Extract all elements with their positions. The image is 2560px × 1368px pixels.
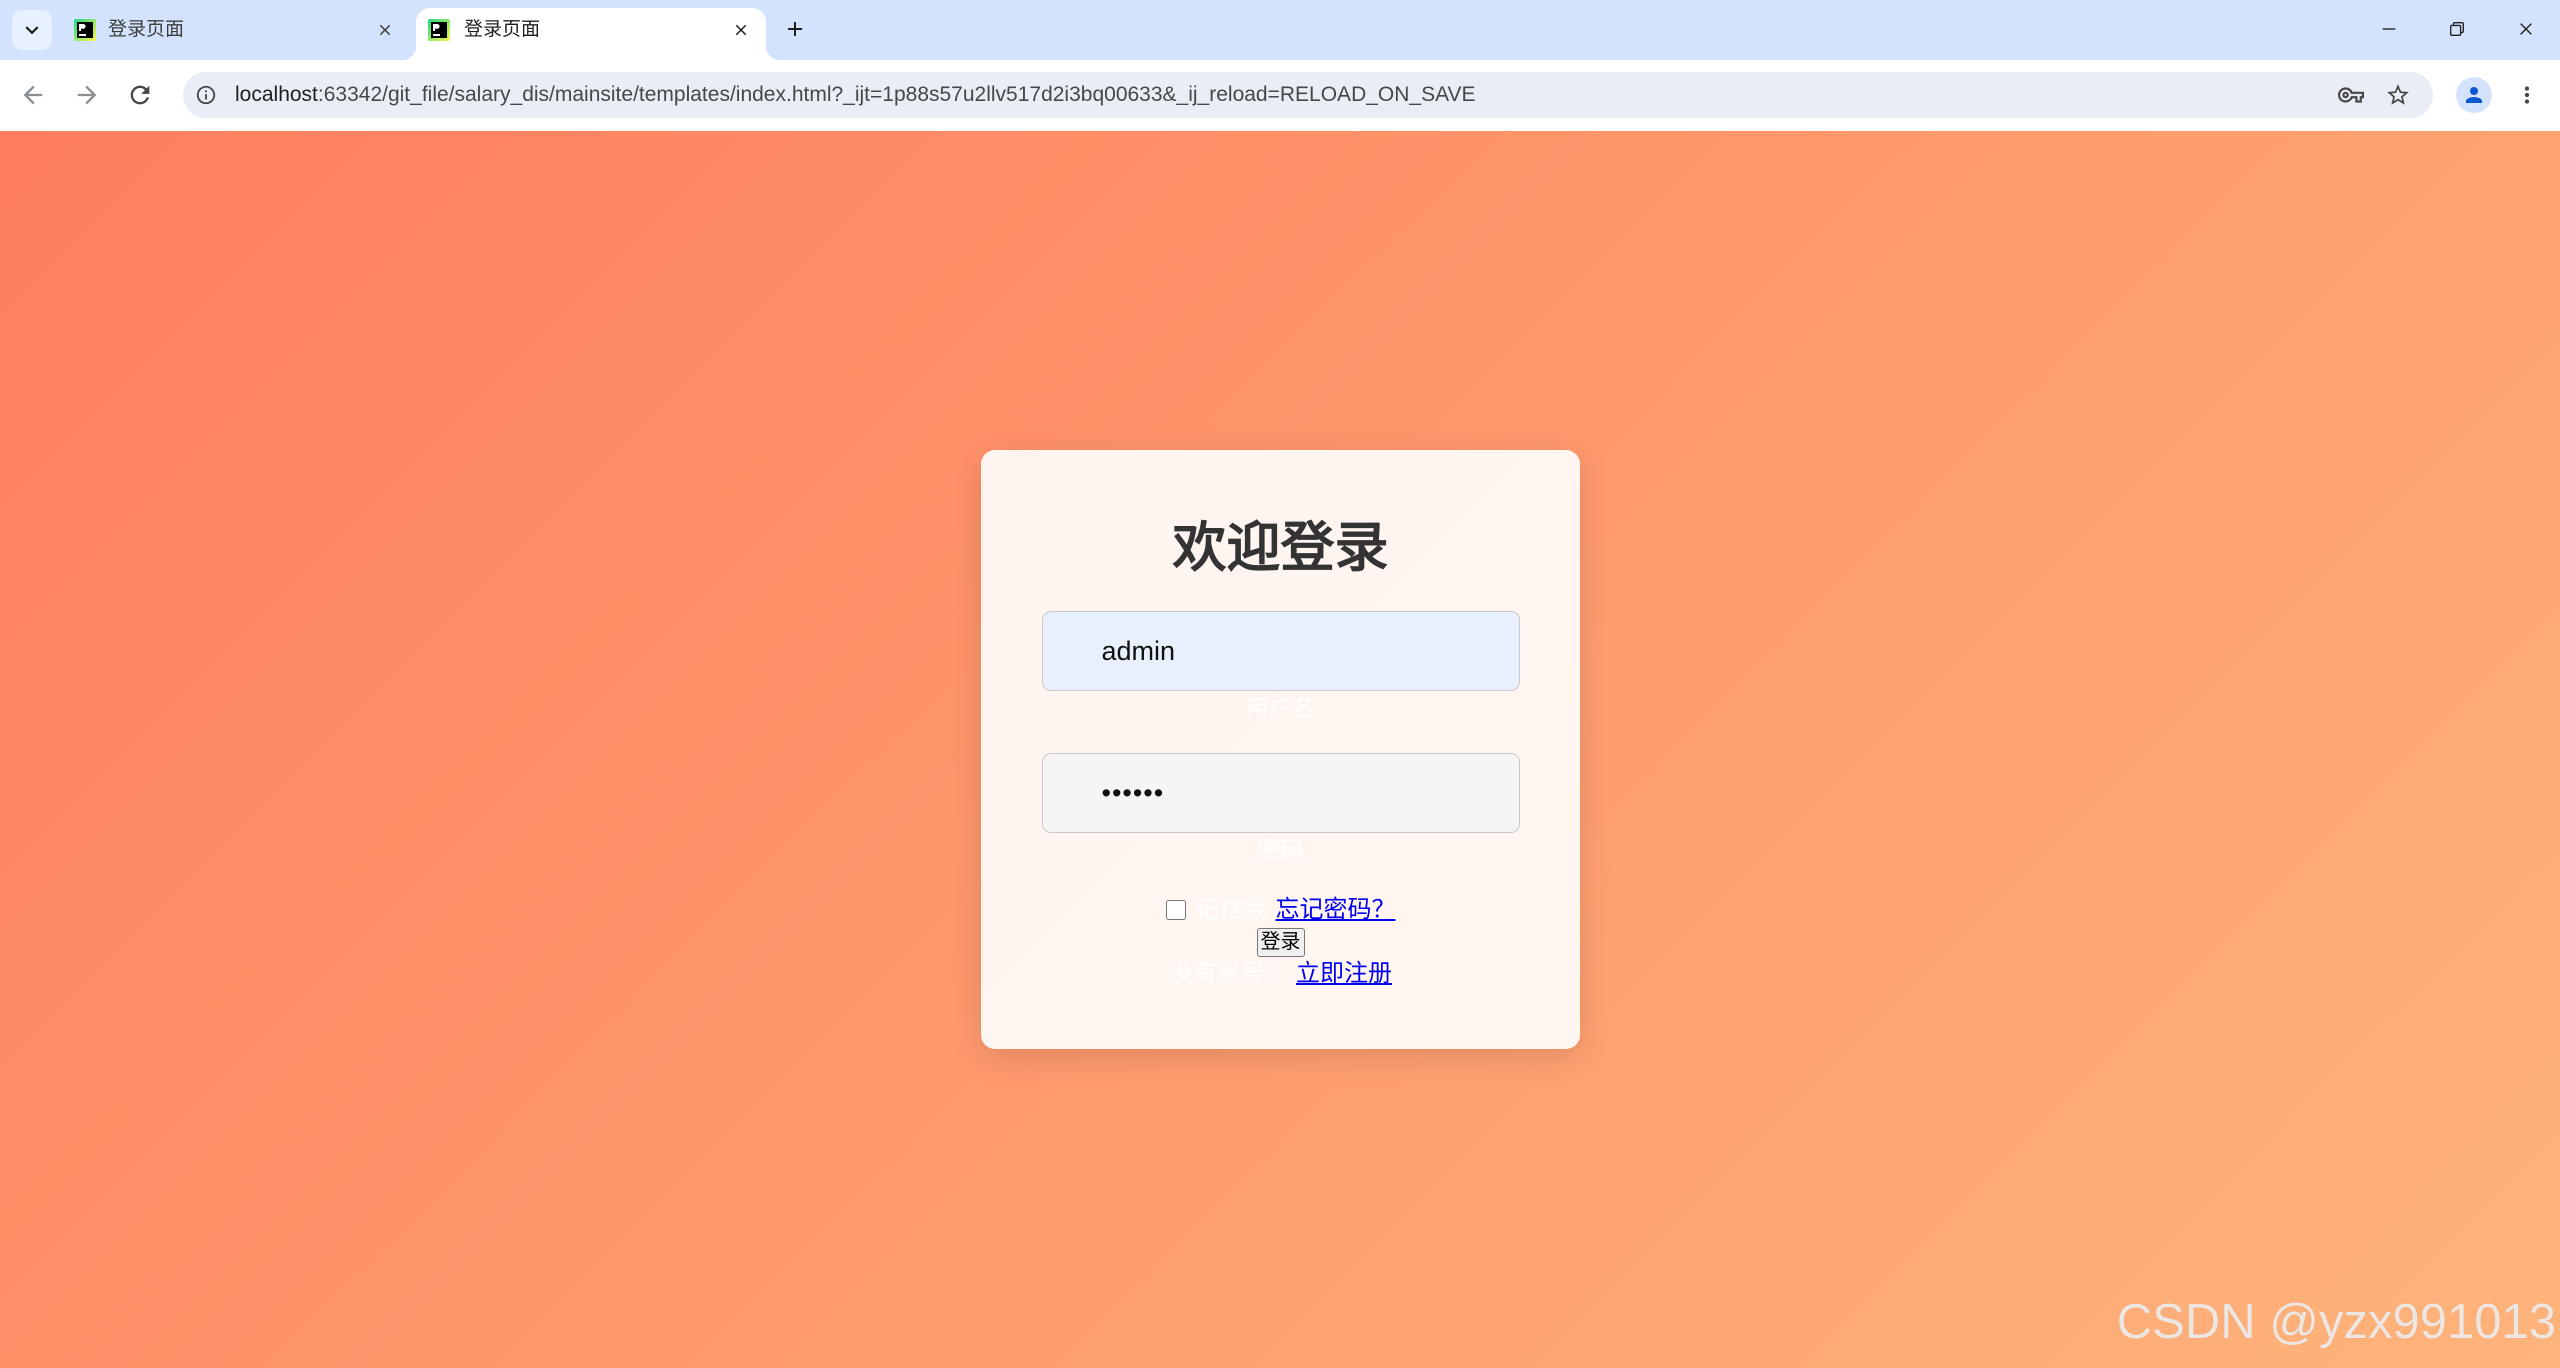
url-path: :63342/git_file/salary_dis/mainsite/temp… [317, 83, 1476, 106]
url-host: localhost [235, 83, 318, 106]
profile-button[interactable] [2456, 77, 2492, 113]
reload-icon [130, 85, 150, 105]
info-icon [196, 85, 216, 105]
tab-strip: 登录页面 登录页面 [0, 0, 2560, 60]
browser-window: 登录页面 登录页面 localhost:63342/git_file/salar… [0, 0, 2560, 1368]
close-icon [735, 24, 747, 36]
reload-button[interactable] [118, 73, 162, 117]
close-icon [2520, 23, 2532, 35]
register-row: 没有账号？ 立即注册 [1042, 957, 1520, 991]
site-info-button[interactable] [193, 82, 219, 108]
pycharm-favicon-icon [428, 19, 450, 41]
forgot-password-link[interactable]: 忘记密码？ [1276, 893, 1396, 927]
restore-icon [2450, 22, 2464, 36]
tab-active[interactable]: 登录页面 [402, 8, 780, 60]
address-bar[interactable]: localhost:63342/git_file/salary_dis/main… [183, 72, 2433, 118]
page-viewport: 欢迎登录 用户名 密码 记住我 忘记密码？ 登录 没有账号？ 立即注册 [0, 131, 2560, 1368]
username-label: 用户名 [1246, 695, 1315, 721]
arrow-left-icon [23, 85, 43, 105]
back-button[interactable] [11, 73, 55, 117]
arrow-right-icon [77, 85, 97, 105]
tab-search-button[interactable] [12, 10, 52, 50]
minimize-icon [2382, 28, 2396, 30]
tab-close-button[interactable] [727, 16, 755, 44]
login-title: 欢迎登录 [1172, 518, 1389, 578]
tab-inactive[interactable]: 登录页面 [62, 8, 412, 60]
remember-me-checkbox[interactable] [1165, 900, 1186, 920]
url-text[interactable]: localhost:63342/git_file/salary_dis/main… [235, 72, 1476, 118]
password-manager-button[interactable] [2335, 79, 2367, 111]
person-icon [2466, 87, 2482, 103]
bookmark-button[interactable] [2382, 79, 2414, 111]
key-icon [2338, 87, 2364, 103]
new-tab-button[interactable] [777, 11, 813, 47]
password-group: 密码 [1041, 753, 1520, 867]
star-icon [2387, 84, 2409, 105]
login-button[interactable]: 登录 [1256, 928, 1305, 957]
tab-close-button[interactable] [371, 16, 399, 44]
close-window-button[interactable] [2492, 5, 2560, 53]
minimize-button[interactable] [2355, 5, 2423, 53]
options-row: 记住我 忘记密码？ [1042, 893, 1520, 927]
browser-toolbar: localhost:63342/git_file/salary_dis/main… [0, 60, 2560, 131]
close-icon [379, 24, 391, 36]
plus-icon [788, 22, 802, 36]
username-group: 用户名 [1041, 611, 1520, 725]
more-vert-icon [2524, 86, 2530, 104]
submit-row: 登录 [1042, 928, 1520, 957]
forward-button[interactable] [65, 73, 109, 117]
pycharm-favicon-icon [74, 19, 96, 41]
tab-title: 登录页面 [464, 19, 541, 40]
login-card: 欢迎登录 用户名 密码 记住我 忘记密码？ 登录 没有账号？ 立即注册 [980, 450, 1580, 1049]
watermark: CSDN @yzx991013 [2116, 1295, 2556, 1349]
chevron-down-icon [25, 26, 39, 35]
password-label: 密码 [1257, 837, 1304, 863]
tab-title: 登录页面 [108, 19, 185, 40]
register-link[interactable]: 立即注册 [1296, 957, 1392, 991]
remember-me-label[interactable]: 记住我 [1196, 893, 1268, 927]
username-input[interactable] [1041, 611, 1520, 691]
restore-button[interactable] [2423, 5, 2491, 53]
password-input[interactable] [1041, 753, 1520, 833]
browser-menu-button[interactable] [2507, 75, 2547, 115]
no-account-text: 没有账号？ [1169, 960, 1289, 987]
